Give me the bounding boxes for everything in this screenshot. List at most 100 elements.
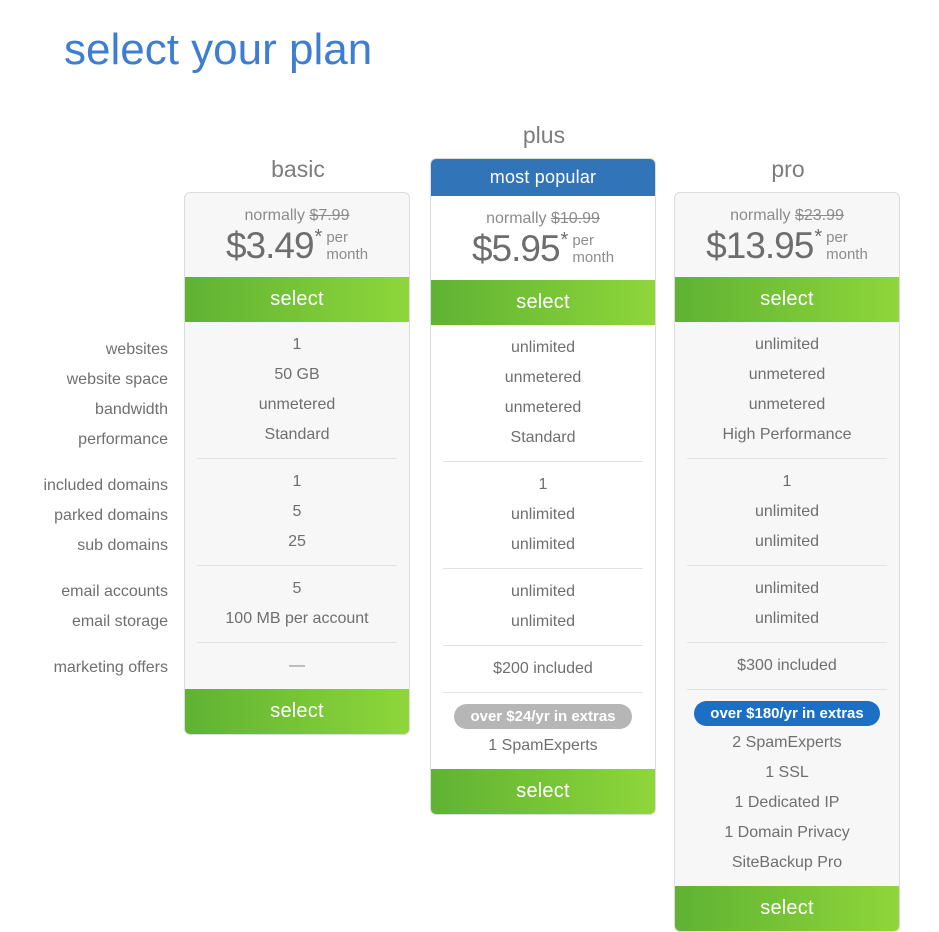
feature-label: marketing offers bbox=[53, 659, 168, 676]
current-price-line-plus: $5.95 * per month bbox=[431, 229, 655, 269]
feature-value: Standard bbox=[510, 429, 576, 446]
plan-card-basic: normally $7.99 $3.49 * per month select … bbox=[184, 192, 410, 735]
feature-value: unlimited bbox=[754, 503, 820, 520]
extras-group: over $180/yr in extras 2 SpamExperts 1 S… bbox=[687, 689, 887, 886]
select-button-plus-top[interactable]: select bbox=[431, 280, 655, 325]
normally-price-pro: normally $23.99 bbox=[675, 193, 899, 225]
label-group-gap bbox=[0, 637, 168, 653]
feature-group: 1 50 GB unmetered Standard bbox=[185, 322, 409, 458]
plan-name-basic: basic bbox=[271, 156, 325, 182]
group-pad bbox=[197, 459, 397, 467]
feature-group: unlimited unmetered unmetered Standard bbox=[431, 325, 655, 461]
group-pad bbox=[687, 643, 887, 651]
group-pad bbox=[431, 325, 655, 333]
feature-value: 1 bbox=[538, 476, 548, 493]
feature-value: unlimited bbox=[510, 613, 576, 630]
select-button-basic-top[interactable]: select bbox=[185, 277, 409, 322]
select-button-pro-bottom[interactable]: select bbox=[675, 886, 899, 931]
current-price-line-basic: $3.49 * per month bbox=[185, 226, 409, 266]
period-month: month bbox=[826, 246, 868, 263]
extras-pill-wrap: over $180/yr in extras bbox=[687, 698, 887, 728]
normally-label: normally bbox=[730, 207, 791, 224]
current-price: $5.95 bbox=[471, 228, 561, 269]
feature-value: unmetered bbox=[504, 399, 582, 416]
extra-item: 1 SSL bbox=[765, 764, 809, 781]
group-pad bbox=[443, 693, 643, 701]
price-block-plus: normally $10.99 $5.95 * per month bbox=[431, 196, 655, 280]
feature-group: 1 5 25 bbox=[197, 458, 397, 565]
old-price: $23.99 bbox=[794, 207, 844, 224]
feature-label: parked domains bbox=[54, 507, 168, 524]
group-pad bbox=[197, 557, 397, 565]
feature-value: unmetered bbox=[748, 366, 826, 383]
feature-group: unlimited unlimited bbox=[443, 568, 643, 645]
group-pad bbox=[443, 761, 643, 769]
group-pad bbox=[443, 684, 643, 692]
feature-value: — bbox=[289, 657, 305, 674]
group-pad bbox=[197, 566, 397, 574]
group-pad bbox=[431, 453, 655, 461]
feature-value: $300 included bbox=[737, 657, 837, 674]
feature-value: unlimited bbox=[510, 506, 576, 523]
feature-value: 100 MB per account bbox=[225, 610, 369, 627]
group-pad bbox=[185, 450, 409, 458]
feature-label: sub domains bbox=[77, 537, 168, 554]
plan-card-pro: normally $23.99 $13.95 * per month selec… bbox=[674, 192, 900, 932]
feature-label: bandwidth bbox=[95, 401, 168, 418]
feature-value: unmetered bbox=[748, 396, 826, 413]
normally-price-plus: normally $10.99 bbox=[431, 196, 655, 228]
price-period: per month bbox=[572, 232, 614, 266]
group-pad bbox=[687, 681, 887, 689]
group-pad bbox=[185, 322, 409, 330]
old-price: $10.99 bbox=[550, 210, 600, 227]
select-button-pro-top[interactable]: select bbox=[675, 277, 899, 322]
group-pad bbox=[687, 690, 887, 698]
extra-item: 1 Domain Privacy bbox=[724, 824, 850, 841]
feature-group: $200 included bbox=[443, 645, 643, 692]
old-price: $7.99 bbox=[309, 207, 350, 224]
feature-value: High Performance bbox=[722, 426, 852, 443]
feature-label: email accounts bbox=[61, 583, 168, 600]
group-pad bbox=[687, 878, 887, 886]
feature-value: 1 bbox=[292, 336, 302, 353]
feature-group: $300 included bbox=[687, 642, 887, 689]
feature-group: 5 100 MB per account bbox=[197, 565, 397, 642]
most-popular-badge: most popular bbox=[431, 159, 655, 196]
features-basic: 1 50 GB unmetered Standard 1 5 25 5 100 bbox=[185, 322, 409, 689]
select-button-plus-bottom[interactable]: select bbox=[431, 769, 655, 814]
feature-value: 25 bbox=[288, 533, 306, 550]
price-block-basic: normally $7.99 $3.49 * per month bbox=[185, 193, 409, 277]
select-button-basic-bottom[interactable]: select bbox=[185, 689, 409, 734]
normally-label: normally bbox=[486, 210, 547, 227]
group-pad bbox=[675, 322, 899, 330]
group-pad bbox=[443, 637, 643, 645]
label-group-gap bbox=[0, 561, 168, 577]
extra-item: 1 SpamExperts bbox=[488, 737, 598, 754]
features-plus: unlimited unmetered unmetered Standard 1… bbox=[431, 325, 655, 769]
group-pad bbox=[687, 566, 887, 574]
feature-value: unlimited bbox=[754, 336, 820, 353]
feature-label: performance bbox=[78, 431, 168, 448]
feature-value: 5 bbox=[292, 580, 302, 597]
feature-value: unlimited bbox=[754, 580, 820, 597]
group-pad bbox=[687, 459, 887, 467]
group-pad bbox=[197, 681, 397, 689]
extras-group: over $24/yr in extras 1 SpamExperts bbox=[443, 692, 643, 769]
feature-value: unlimited bbox=[510, 339, 576, 356]
period-per: per bbox=[326, 229, 349, 246]
extra-item: 2 SpamExperts bbox=[732, 734, 842, 751]
period-per: per bbox=[572, 232, 595, 249]
feature-label: email storage bbox=[71, 613, 168, 630]
group-pad bbox=[197, 643, 397, 651]
plan-name-pro: pro bbox=[771, 156, 805, 182]
group-pad bbox=[443, 462, 643, 470]
pricing-plans-grid: websites website space bandwidth perform… bbox=[0, 0, 939, 932]
current-price-line-pro: $13.95 * per month bbox=[675, 226, 899, 266]
feature-labels-column: websites website space bandwidth perform… bbox=[0, 335, 168, 683]
group-pad bbox=[687, 634, 887, 642]
feature-value: 1 bbox=[292, 473, 302, 490]
feature-value: unmetered bbox=[258, 396, 336, 413]
current-price: $13.95 bbox=[706, 225, 814, 266]
extra-item: 1 Dedicated IP bbox=[734, 794, 840, 811]
feature-label: website space bbox=[66, 371, 168, 388]
